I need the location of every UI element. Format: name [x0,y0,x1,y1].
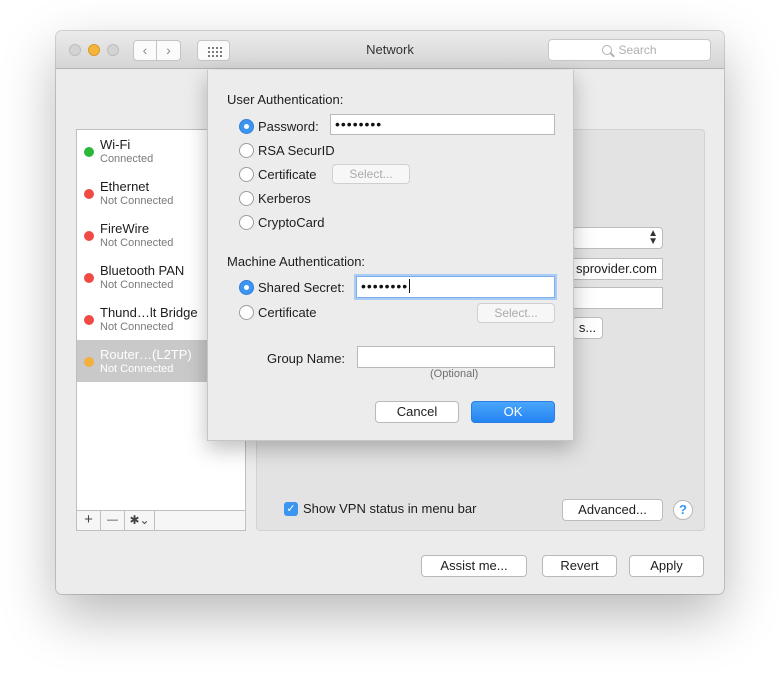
machine-authentication-heading: Machine Authentication: [227,254,366,269]
group-name-hint: (Optional) [430,368,479,380]
machine-certificate-radio[interactable] [239,305,254,320]
service-status: Not Connected [100,195,174,207]
user-authentication-heading: User Authentication: [227,92,344,107]
remove-service-button[interactable]: — [101,511,125,530]
service-list-toolbar: + — ✱⌄ [76,510,246,531]
cryptocard-radio[interactable] [239,215,254,230]
window-title: Network [366,42,414,57]
shared-secret-label: Shared Secret: [258,280,345,295]
service-status: Not Connected [100,279,174,291]
service-name: Ethernet [100,179,150,194]
advanced-button[interactable]: Advanced... [562,499,663,521]
zoom-window-button[interactable] [107,44,119,56]
text-caret [409,279,411,293]
status-dot [84,357,94,367]
user-certificate-label: Certificate [258,167,317,182]
group-name-label: Group Name: [267,351,346,366]
show-vpn-status-label: Show VPN status in menu bar [303,501,477,516]
service-name: Wi-Fi [100,137,131,152]
title-bar: ‹ › Network Search [56,31,724,69]
password-label: Password: [258,119,319,134]
machine-certificate-select-button[interactable]: Select... [477,303,555,323]
account-name-field[interactable] [572,287,663,309]
search-placeholder: Search [618,43,657,57]
kerberos-label: Kerberos [258,191,311,206]
apply-button[interactable]: Apply [629,555,704,577]
user-certificate-radio[interactable] [239,167,254,182]
status-dot [84,189,94,199]
status-dot [84,273,94,283]
rsa-securid-label: RSA SecurID [258,143,335,158]
gear-icon[interactable]: ✱⌄ [125,511,155,530]
assist-me-button[interactable]: Assist me... [421,555,527,577]
cancel-button[interactable]: Cancel [375,401,459,423]
search-field[interactable]: Search [548,39,711,61]
kerberos-radio[interactable] [239,191,254,206]
ok-button[interactable]: OK [471,401,555,423]
user-certificate-select-button[interactable]: Select... [332,164,410,184]
service-name: FireWire [100,221,150,236]
chevron-updown-icon: ▲ ▼ [648,228,658,247]
service-name: Thund…lt Bridge [100,305,198,320]
password-field[interactable]: •••••••• [330,114,555,135]
show-all-grid-icon[interactable] [197,40,230,61]
server-address-field[interactable]: sprovider.com [572,258,663,280]
forward-button[interactable]: › [157,40,181,61]
shared-secret-field[interactable]: •••••••• [356,276,555,298]
authentication-settings-sheet: User Authentication: Password: •••••••• … [207,70,574,441]
minimize-window-button[interactable] [88,44,100,56]
configuration-popup[interactable]: ▲ ▼ [572,227,663,249]
authentication-settings-button[interactable]: s... [572,317,603,339]
group-name-field[interactable] [357,346,555,368]
shared-secret-value: •••••••• [361,278,409,294]
status-dot [84,315,94,325]
close-window-button[interactable] [69,44,81,56]
password-radio[interactable] [239,119,254,134]
cryptocard-label: CryptoCard [258,215,325,230]
service-status: Not Connected [100,321,174,333]
show-vpn-status-checkbox[interactable]: ✓ [284,502,298,516]
revert-button[interactable]: Revert [542,555,617,577]
shared-secret-radio[interactable] [239,280,254,295]
service-status: Not Connected [100,363,174,375]
rsa-securid-radio[interactable] [239,143,254,158]
service-name: Router…(L2TP) [100,347,192,362]
add-service-button[interactable]: + [77,511,101,530]
service-name: Bluetooth PAN [100,263,185,278]
help-button[interactable]: ? [673,500,693,520]
service-status: Not Connected [100,237,174,249]
back-button[interactable]: ‹ [133,40,157,61]
machine-certificate-label: Certificate [258,305,317,320]
status-dot [84,147,94,157]
status-dot [84,231,94,241]
search-icon [602,45,613,55]
service-status: Connected [100,153,154,165]
